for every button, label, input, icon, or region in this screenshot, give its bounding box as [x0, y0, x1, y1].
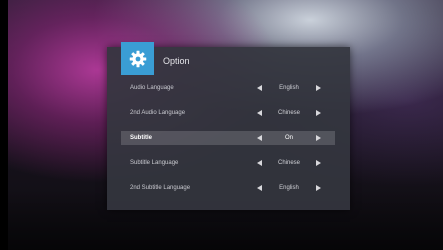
row-label: 2nd Audio Language — [130, 110, 186, 116]
arrow-right-icon[interactable] — [316, 85, 321, 91]
row-subtitle[interactable]: Subtitle On — [121, 131, 335, 145]
row-label: Subtitle — [130, 135, 152, 141]
arrow-left-icon[interactable] — [257, 185, 262, 191]
arrow-right-icon[interactable] — [316, 185, 321, 191]
row-value: English — [279, 85, 299, 91]
row-label: Subtitle Language — [130, 160, 179, 166]
row-value: English — [279, 185, 299, 191]
row-subtitle-language[interactable]: Subtitle Language Chinese — [121, 156, 335, 170]
row-2nd-audio-language[interactable]: 2nd Audio Language Chinese — [121, 106, 335, 120]
gear-icon — [129, 50, 146, 67]
row-label: 2nd Subtitle Language — [130, 185, 191, 191]
row-value: Chinese — [277, 160, 300, 166]
dialog-header: Option — [107, 42, 350, 75]
row-label: Audio Language — [130, 85, 174, 91]
row-value: Chinese — [277, 110, 300, 116]
arrow-left-icon[interactable] — [257, 160, 262, 166]
arrow-right-icon[interactable] — [316, 110, 321, 116]
arrow-left-icon[interactable] — [257, 85, 262, 91]
dialog-title: Option — [163, 56, 190, 66]
row-value: On — [284, 135, 293, 141]
arrow-right-icon[interactable] — [316, 135, 321, 141]
arrow-left-icon[interactable] — [257, 110, 262, 116]
row-audio-language[interactable]: Audio Language English — [121, 81, 335, 95]
tv-screen: Option Audio Language English 2nd Audio … — [0, 0, 443, 250]
settings-tile — [121, 42, 154, 75]
arrow-left-icon[interactable] — [257, 135, 262, 141]
option-dialog: Option Audio Language English 2nd Audio … — [107, 42, 350, 210]
row-2nd-subtitle-language[interactable]: 2nd Subtitle Language English — [121, 181, 335, 195]
arrow-right-icon[interactable] — [316, 160, 321, 166]
